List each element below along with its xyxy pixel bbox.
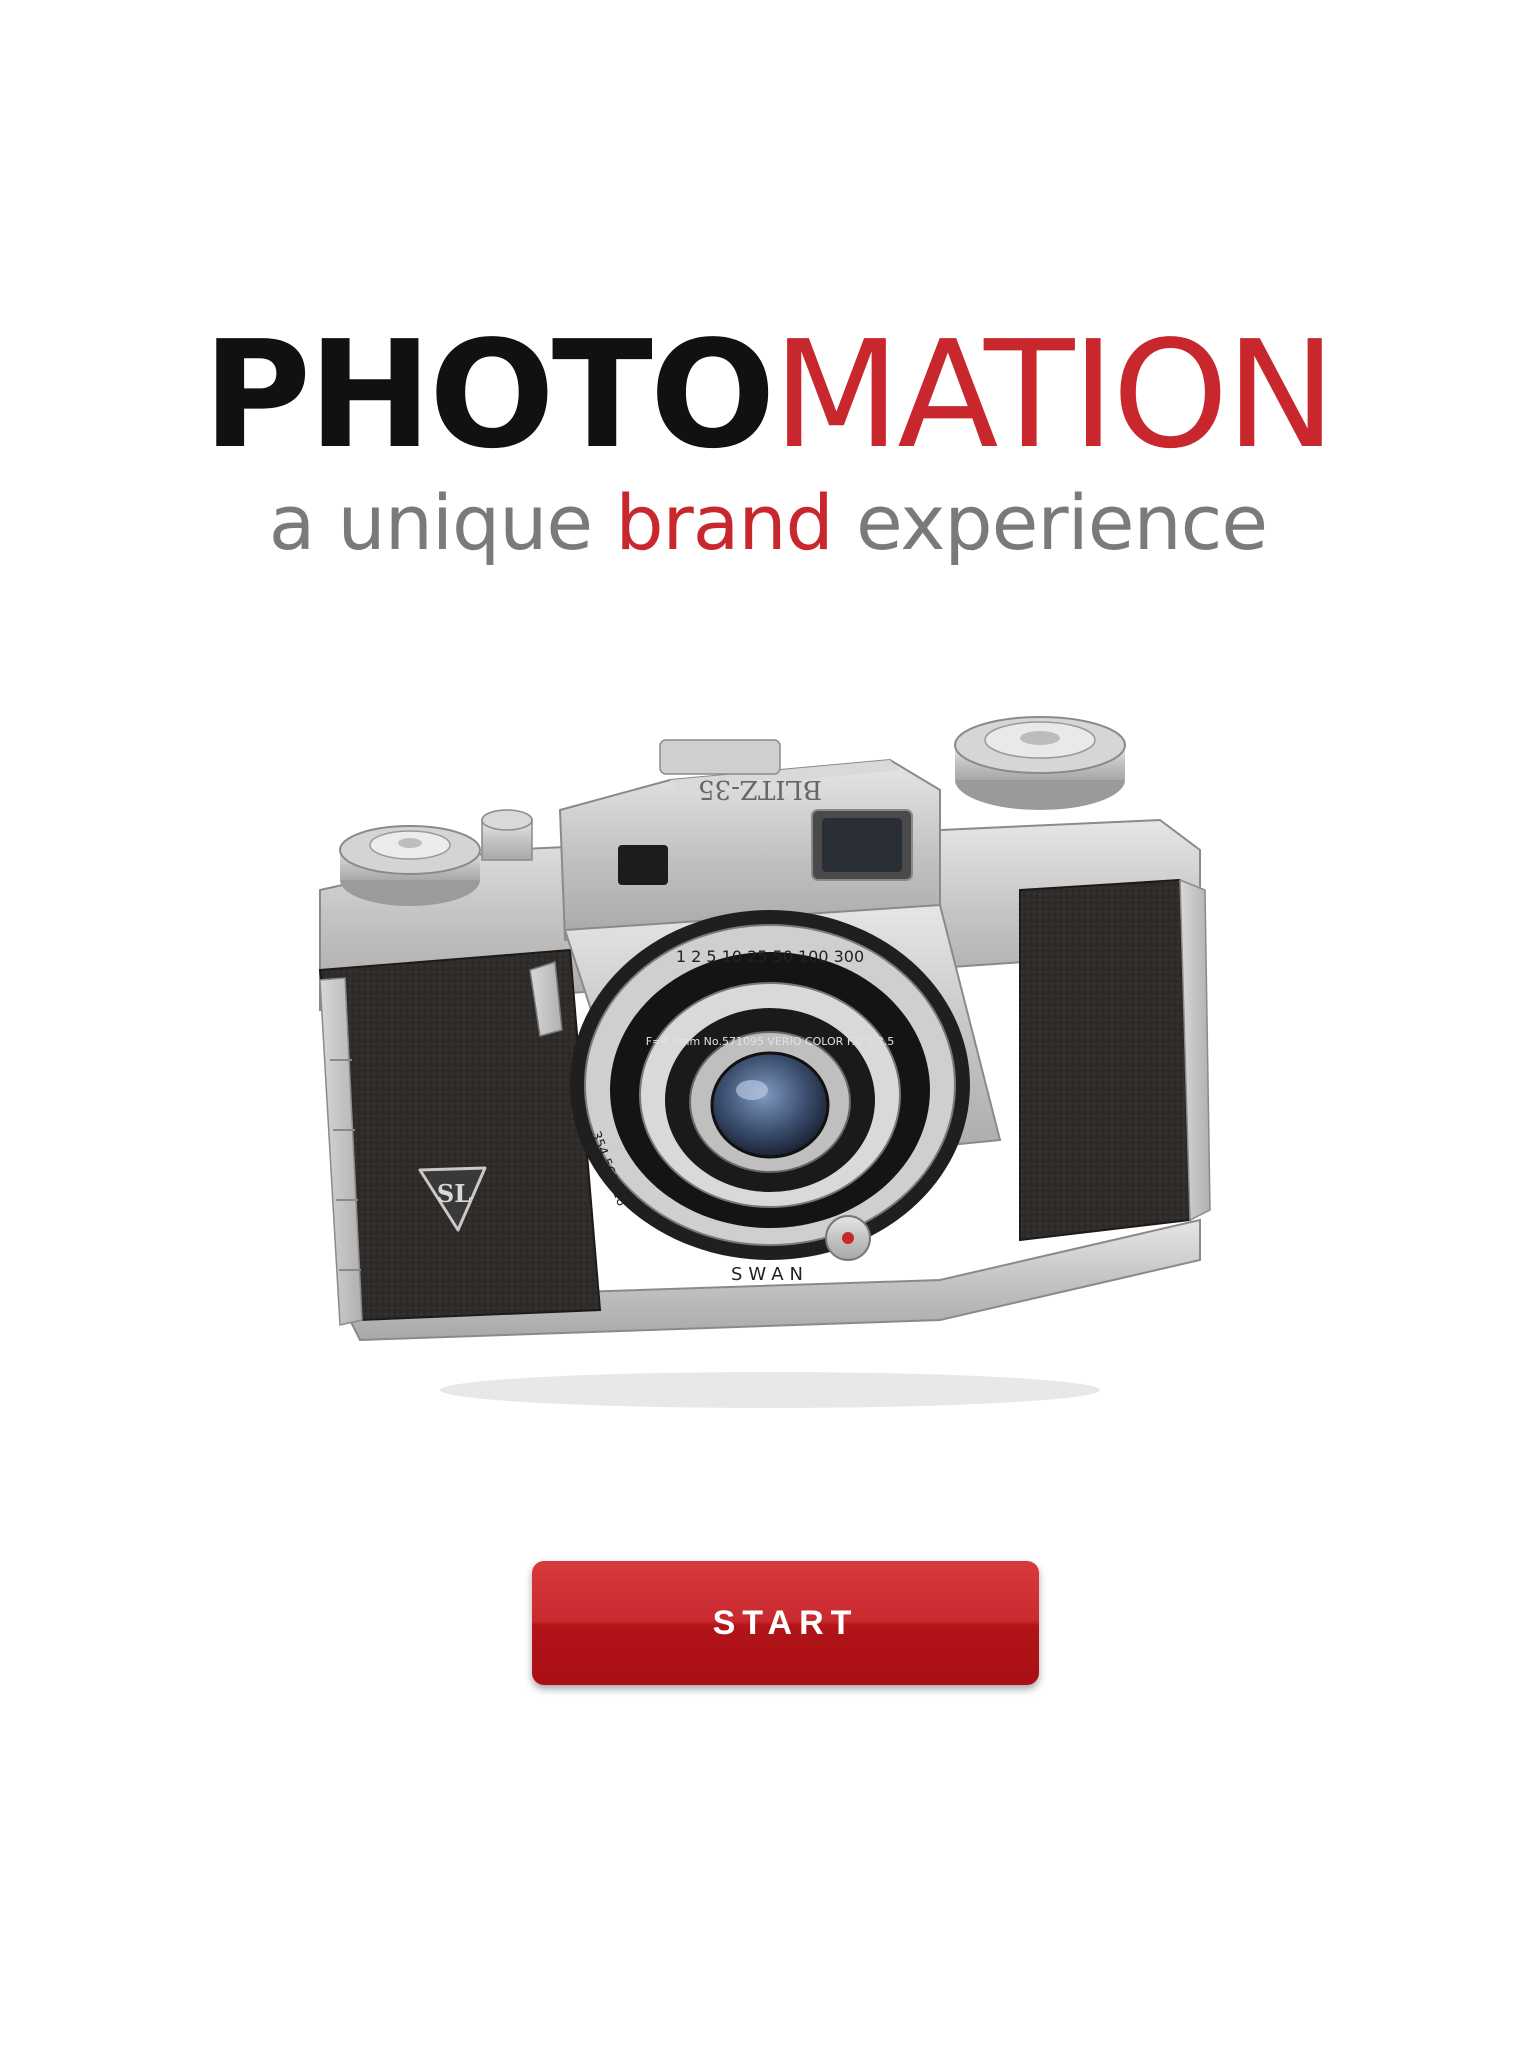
- lens-brand: SWAN: [731, 1264, 809, 1285]
- tagline-highlight: brand: [615, 478, 833, 567]
- start-button-label: START: [712, 1603, 859, 1642]
- start-screen: PHOTOMATION a unique brand experience BL…: [0, 0, 1536, 2048]
- logo-wordmark: PHOTOMATION: [0, 320, 1536, 470]
- top-plate-engraving: BLITZ-35: [698, 774, 822, 804]
- lens-engraving: F=4.5mm No.571095 VERIO COLOR F.C 1:3.5: [646, 1035, 895, 1048]
- logo-tagline: a unique brand experience: [0, 478, 1536, 568]
- camera-illustration: BLITZ-35 1 2 5 10 25 50 100 300 F=4.5mm …: [318, 716, 1211, 1408]
- brand-logo: PHOTOMATION a unique brand experience: [0, 320, 1536, 568]
- vintage-camera-icon: BLITZ-35 1 2 5 10 25 50 100 300 F=4.5mm …: [300, 700, 1240, 1420]
- logo-word-mation: MATION: [772, 309, 1337, 481]
- tagline-after: experience: [832, 478, 1268, 567]
- start-button[interactable]: START: [532, 1561, 1039, 1685]
- badge-monogram: SL: [437, 1179, 471, 1208]
- logo-word-photo: PHOTO: [202, 309, 776, 481]
- tagline-before: a unique: [268, 478, 616, 567]
- shutter-speed-scale: 1 2 5 10 25 50 100 300: [676, 947, 864, 966]
